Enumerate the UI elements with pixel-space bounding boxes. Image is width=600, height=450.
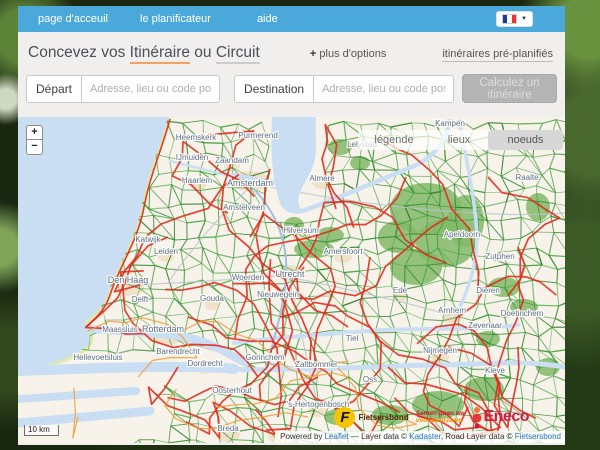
map-city-label: Nijmegen [423,346,457,355]
leaflet-link[interactable]: Leaflet [325,432,349,441]
kadaster-link[interactable]: Kadaster [409,432,441,441]
map-city-label: Den Haag [108,275,149,285]
nav-item-home[interactable]: page d'acceuil [38,13,108,25]
map-city-label: Kampen [435,119,465,128]
map-city-label: Zaandam [215,156,249,165]
eneco-dots-icon [473,407,482,429]
attr-prefix: Powered by [280,432,325,441]
map-city-label: Zutphen [485,252,514,261]
map-city-label: Oss [363,375,377,384]
attr-sep2: , Road Layer data © [440,432,515,441]
language-dropdown[interactable]: ▼ [496,11,533,27]
preplanned-routes-link[interactable]: itinéraires pré-planifiés [442,48,553,62]
map-city-label: Rotterdam [142,324,184,334]
map-city-label: Hellevoetsluis [73,353,122,362]
map-city-label: Zaltbommel [295,360,337,369]
map-city-label: Utrecht [275,269,305,279]
map-container: KampenPurmerendHeemskerkLelystadIJmuiden… [18,117,565,443]
map-city-label: Apeldoorn [444,230,480,239]
map-city-label: Dordrecht [187,359,223,368]
map-city-label: Dieren [476,286,500,295]
map-city-label: Amersfoort [323,247,363,256]
fietsersbond-link[interactable]: Fietsersbond [515,432,561,441]
title-prefix: Concevez vos [28,44,126,61]
app-window: page d'acceuil le planificateur aide ▼ C… [18,6,565,445]
zoom-in-button[interactable]: + [26,125,43,140]
map-city-label: Gouda [200,294,225,303]
map-city-label: Barendrecht [156,347,200,356]
map-city-label: Leiden [154,247,178,256]
map-city-label: Breda [217,424,239,433]
fietsersbond-f-icon: F [334,406,356,428]
map-city-label: Maassluis [102,325,138,334]
nav-item-planner[interactable]: le planificateur [140,13,211,25]
planner-header: Concevez vos Itinéraire ou Circuit + plu… [18,38,565,66]
map-zoom-control: + − [26,125,43,155]
map-city-label: Hilversum [283,226,319,235]
eneco-logo: Eneco [471,405,529,429]
slogan-line1: Samen gaan we [415,410,465,417]
map-city-label: Purmerend [238,131,278,140]
route-form: Départ Destination Calculez un itinérair… [18,66,565,113]
map-layer-buttons: légende lieux noeuds [358,130,563,150]
layer-button-lieux[interactable]: lieux [430,130,488,150]
map-city-label: Ede [393,286,408,295]
map-city-label: Delft [132,295,149,304]
map-city-label: Woerden [232,273,264,282]
title-option-circuit[interactable]: Circuit [215,44,260,64]
depart-label: Départ [26,74,83,103]
attr-sep1: — Layer data © [348,432,410,441]
map-scale-bar: 10 km [24,425,59,436]
more-options-link[interactable]: + plus d'options [310,48,386,60]
map-city-label: Amsterdam [227,178,273,188]
map-canvas[interactable]: KampenPurmerendHeemskerkLelystadIJmuiden… [18,117,565,443]
map-city-label: Katwijk [135,235,161,244]
nav-item-help[interactable]: aide [257,13,278,25]
calculate-route-button[interactable]: Calculez un itinéraire [462,74,557,103]
layer-button-noeuds[interactable]: noeuds [488,130,563,150]
zoom-out-button[interactable]: − [26,140,43,155]
title-option-itineraire[interactable]: Itinéraire [129,44,190,64]
chevron-down-icon: ▼ [521,16,527,22]
map-city-label: Oosterhout [212,386,252,395]
top-navbar: page d'acceuil le planificateur aide ▼ [18,6,565,32]
map-city-label: Heemskerk [176,133,217,142]
fietsersbond-logo: F Fietsersbond [334,406,409,428]
map-city-label: Arnhem [438,306,466,315]
planner-panel: Concevez vos Itinéraire ou Circuit + plu… [18,32,565,445]
map-city-label: Zevenaar [468,321,502,330]
destination-input[interactable] [314,74,455,103]
map-city-label: Haarlem [182,176,213,185]
map-city-label: Gorinchem [245,353,284,362]
fietsersbond-wordmark: Fietsersbond [358,412,409,422]
map-city-label: Kleve [485,366,506,375]
map-city-label: Raalte [515,173,539,182]
layer-button-legende[interactable]: légende [358,130,430,150]
map-city-label: IJmuiden [176,153,208,162]
map-city-label: Almere [309,174,335,183]
map-attribution: Powered by Leaflet — Layer data © Kadast… [275,431,565,443]
slogan-line2: voor duurzaam [415,417,463,424]
eneco-wordmark: Eneco [483,408,529,425]
depart-input[interactable] [82,74,221,103]
sponsor-logos: F Fietsersbond Samen gaan we voor duurza… [334,405,529,429]
title-conjunction: ou [194,44,212,61]
more-options-label: plus d'options [316,48,387,60]
french-flag-icon [502,14,518,24]
map-city-label: Amstelveen [223,203,265,212]
map-city-label: Tiel [346,334,359,343]
map-city-label: Doetinchem [501,309,544,318]
eneco-slogan: Samen gaan we voor duurzaam [416,410,465,424]
destination-label: Destination [234,74,315,103]
map-city-label: Nieuwegein [257,290,299,299]
page-title: Concevez vos Itinéraire ou Circuit [28,44,260,64]
